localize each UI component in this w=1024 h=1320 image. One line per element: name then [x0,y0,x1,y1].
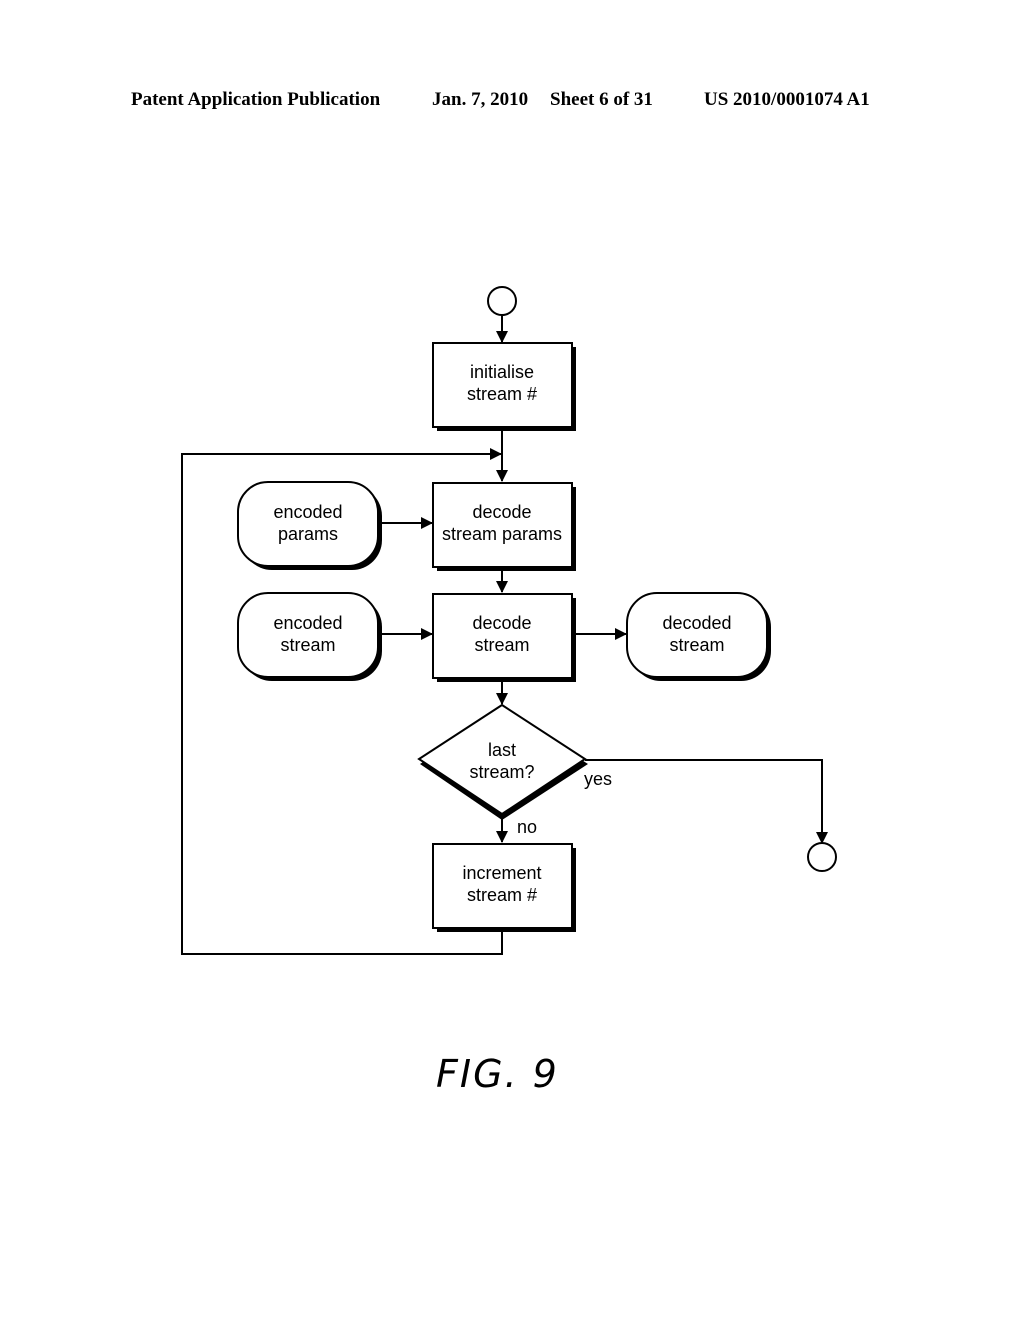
decoded-stream-line-1: decoded [662,613,731,633]
increment-line-1: increment [462,863,541,883]
encoded-stream-line-1: encoded [273,613,342,633]
decode-params-line-1: decode [472,502,531,522]
encoded-params-line-1: encoded [273,502,342,522]
data-encoded-params: encoded params [237,481,382,570]
process-decode-stream-params: decode stream params [432,482,576,571]
decode-stream-line-1: decode [472,613,531,633]
flowchart: initialise stream # encoded params decod… [181,286,837,955]
label-no: no [517,817,537,837]
increment-line-2: stream # [467,885,537,905]
edge-yes-to-end [585,759,828,844]
encoded-params-line-2: params [278,524,338,544]
encoded-stream-line-2: stream [280,635,335,655]
label-yes: yes [584,769,612,789]
figure-caption: FIG. 9 [436,1052,559,1096]
start-terminal [487,286,517,316]
initialise-line-2: stream # [467,384,537,404]
decode-stream-line-2: stream [474,635,529,655]
process-initialise: initialise stream # [432,342,576,431]
data-decoded-stream: decoded stream [626,592,771,681]
decision-last-stream: last stream? [417,703,588,820]
last-stream-line-1: last [488,740,516,760]
end-terminal [807,842,837,872]
process-decode-stream: decode stream [432,593,576,682]
initialise-line-1: initialise [470,362,534,382]
process-increment-stream: increment stream # [432,843,576,932]
decoded-stream-line-2: stream [669,635,724,655]
last-stream-line-2: stream? [469,762,534,782]
data-encoded-stream: encoded stream [237,592,382,681]
decode-params-line-2: stream params [442,524,562,544]
